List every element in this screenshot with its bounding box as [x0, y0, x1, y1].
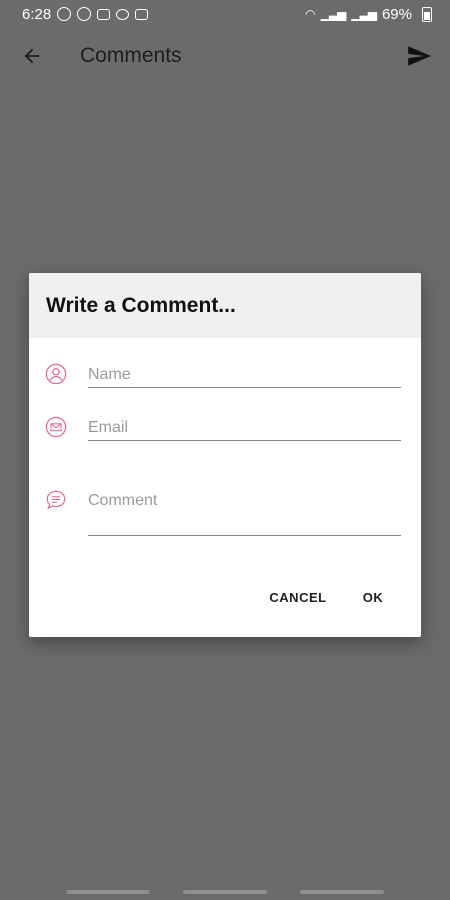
user-icon: [45, 363, 67, 385]
link-icon: [116, 8, 130, 20]
volte-icon: ▁▃▅: [320, 7, 347, 21]
dialog-actions: CANCEL OK: [29, 579, 421, 615]
nav-handle-left[interactable]: [66, 890, 150, 894]
email-input[interactable]: [88, 417, 401, 441]
battery-percent: 69%: [381, 5, 412, 23]
name-field-row: [29, 359, 421, 389]
page-title: Comments: [80, 44, 182, 67]
comment-field-row: [29, 485, 421, 537]
gmail-icon: [97, 8, 111, 20]
email-field-row: [29, 412, 421, 442]
ok-button[interactable]: OK: [353, 579, 393, 615]
nav-handle-center[interactable]: [183, 890, 267, 894]
status-bar: 6:28 ◠ ▁▃▅ ▁▃▅ 69%: [0, 0, 450, 28]
chat-icon: [46, 490, 66, 510]
wifi-icon: ◠: [305, 7, 316, 21]
app-bar: Comments: [0, 28, 450, 84]
status-time: 6:28: [22, 5, 52, 23]
email-icon: [45, 416, 67, 438]
gesture-nav-bar: [0, 888, 450, 896]
battery-icon: [422, 6, 432, 22]
cancel-button[interactable]: CANCEL: [263, 579, 333, 615]
signal-icon: ▁▃▅: [351, 7, 377, 21]
arrow-left-icon: [24, 48, 40, 64]
status-right: ◠ ▁▃▅ ▁▃▅ 69%: [305, 6, 432, 23]
status-left: 6:28: [22, 5, 149, 23]
name-input[interactable]: [88, 364, 401, 388]
send-button[interactable]: [404, 42, 434, 70]
nav-handle-right[interactable]: [300, 890, 384, 894]
b-icon: [57, 7, 72, 21]
comment-dialog: Write a Comment... CANCEL OK: [29, 273, 421, 637]
dialog-title: Write a Comment...: [46, 293, 236, 317]
gallery-icon: [135, 8, 149, 20]
whatsapp-icon: [77, 7, 92, 21]
dialog-header: Write a Comment...: [29, 273, 421, 338]
back-button[interactable]: [18, 42, 46, 70]
comment-input[interactable]: [88, 490, 401, 536]
send-icon: [408, 46, 431, 66]
